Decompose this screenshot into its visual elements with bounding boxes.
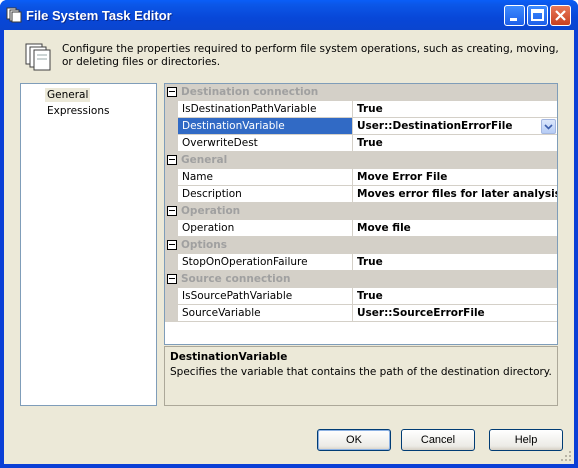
collapse-icon[interactable] xyxy=(167,206,177,216)
category-options[interactable]: Options xyxy=(165,237,557,254)
resize-grip-icon[interactable] xyxy=(560,450,572,462)
property-name[interactable]: StopOnOperationFailure xyxy=(178,254,353,271)
category-label: Operation xyxy=(181,205,241,217)
property-value[interactable]: Move Error File xyxy=(353,169,557,186)
close-button[interactable] xyxy=(550,5,571,26)
property-name[interactable]: SourceVariable xyxy=(178,305,353,322)
category-label: Destination connection xyxy=(181,86,319,98)
dropdown-button[interactable] xyxy=(541,119,556,134)
property-value[interactable]: True xyxy=(353,288,557,305)
property-description-panel: DestinationVariable Specifies the variab… xyxy=(164,346,558,406)
property-name[interactable]: Name xyxy=(178,169,353,186)
row-gutter xyxy=(165,101,178,118)
property-value[interactable]: Move file xyxy=(353,220,557,237)
property-row-selected[interactable]: DestinationVariable User::DestinationErr… xyxy=(165,118,557,135)
category-source-connection[interactable]: Source connection xyxy=(165,271,557,288)
description-text: Specifies the variable that contains the… xyxy=(170,366,552,378)
chevron-down-icon xyxy=(544,124,553,130)
property-value[interactable]: Moves error files for later analysis. xyxy=(353,186,557,203)
property-grid: Destination connection IsDestinationPath… xyxy=(164,83,558,345)
property-row[interactable]: SourceVariable User::SourceErrorFile xyxy=(165,305,557,322)
ok-button[interactable]: OK xyxy=(317,429,391,451)
title-bar[interactable]: File System Task Editor xyxy=(0,0,578,30)
window-title: File System Task Editor xyxy=(26,8,172,23)
category-label: Options xyxy=(181,239,227,251)
row-gutter xyxy=(165,288,178,305)
property-row[interactable]: Operation Move file xyxy=(165,220,557,237)
row-gutter xyxy=(165,135,178,152)
collapse-icon[interactable] xyxy=(167,240,177,250)
collapse-icon[interactable] xyxy=(167,274,177,284)
dialog-client-area: Configure the properties required to per… xyxy=(4,30,574,464)
property-name[interactable]: Description xyxy=(178,186,353,203)
property-name[interactable]: Operation xyxy=(178,220,353,237)
file-system-task-icon xyxy=(25,43,51,71)
maximize-icon xyxy=(531,9,544,21)
category-label: Source connection xyxy=(181,273,291,285)
property-row[interactable]: IsSourcePathVariable True xyxy=(165,288,557,305)
property-row[interactable]: Name Move Error File xyxy=(165,169,557,186)
row-gutter xyxy=(165,305,178,322)
dialog-window: File System Task Editor Configure the pr… xyxy=(0,0,578,468)
category-label: General xyxy=(181,154,228,166)
property-name[interactable]: OverwriteDest xyxy=(178,135,353,152)
nav-panel: General Expressions xyxy=(20,83,157,406)
property-row[interactable]: StopOnOperationFailure True xyxy=(165,254,557,271)
property-row[interactable]: Description Moves error files for later … xyxy=(165,186,557,203)
row-gutter xyxy=(165,220,178,237)
row-gutter xyxy=(165,186,178,203)
nav-item-general[interactable]: General xyxy=(45,88,91,102)
minimize-button[interactable] xyxy=(504,5,525,26)
close-icon xyxy=(555,10,566,21)
category-operation[interactable]: Operation xyxy=(165,203,557,220)
property-row[interactable]: IsDestinationPathVariable True xyxy=(165,101,557,118)
row-gutter xyxy=(165,118,178,135)
property-value[interactable]: True xyxy=(353,101,557,118)
minimize-icon xyxy=(510,18,517,21)
property-name[interactable]: DestinationVariable xyxy=(178,118,353,135)
property-name[interactable]: IsSourcePathVariable xyxy=(178,288,353,305)
collapse-icon[interactable] xyxy=(167,87,177,97)
category-destination-connection[interactable]: Destination connection xyxy=(165,84,557,101)
property-value[interactable]: User::DestinationErrorFile xyxy=(353,118,557,135)
property-value-text: User::DestinationErrorFile xyxy=(357,120,513,132)
property-name[interactable]: IsDestinationPathVariable xyxy=(178,101,353,118)
property-value[interactable]: True xyxy=(353,254,557,271)
property-row[interactable]: OverwriteDest True xyxy=(165,135,557,152)
nav-item-expressions[interactable]: Expressions xyxy=(45,104,111,118)
category-general[interactable]: General xyxy=(165,152,557,169)
maximize-button[interactable] xyxy=(527,5,548,26)
file-system-task-icon xyxy=(6,7,22,23)
help-button[interactable]: Help xyxy=(489,429,563,451)
property-value[interactable]: User::SourceErrorFile xyxy=(353,305,557,322)
property-value[interactable]: True xyxy=(353,135,557,152)
collapse-icon[interactable] xyxy=(167,155,177,165)
row-gutter xyxy=(165,169,178,186)
row-gutter xyxy=(165,254,178,271)
header-description: Configure the properties required to per… xyxy=(62,43,559,68)
cancel-button[interactable]: Cancel xyxy=(401,429,475,451)
description-title: DestinationVariable xyxy=(170,351,288,363)
